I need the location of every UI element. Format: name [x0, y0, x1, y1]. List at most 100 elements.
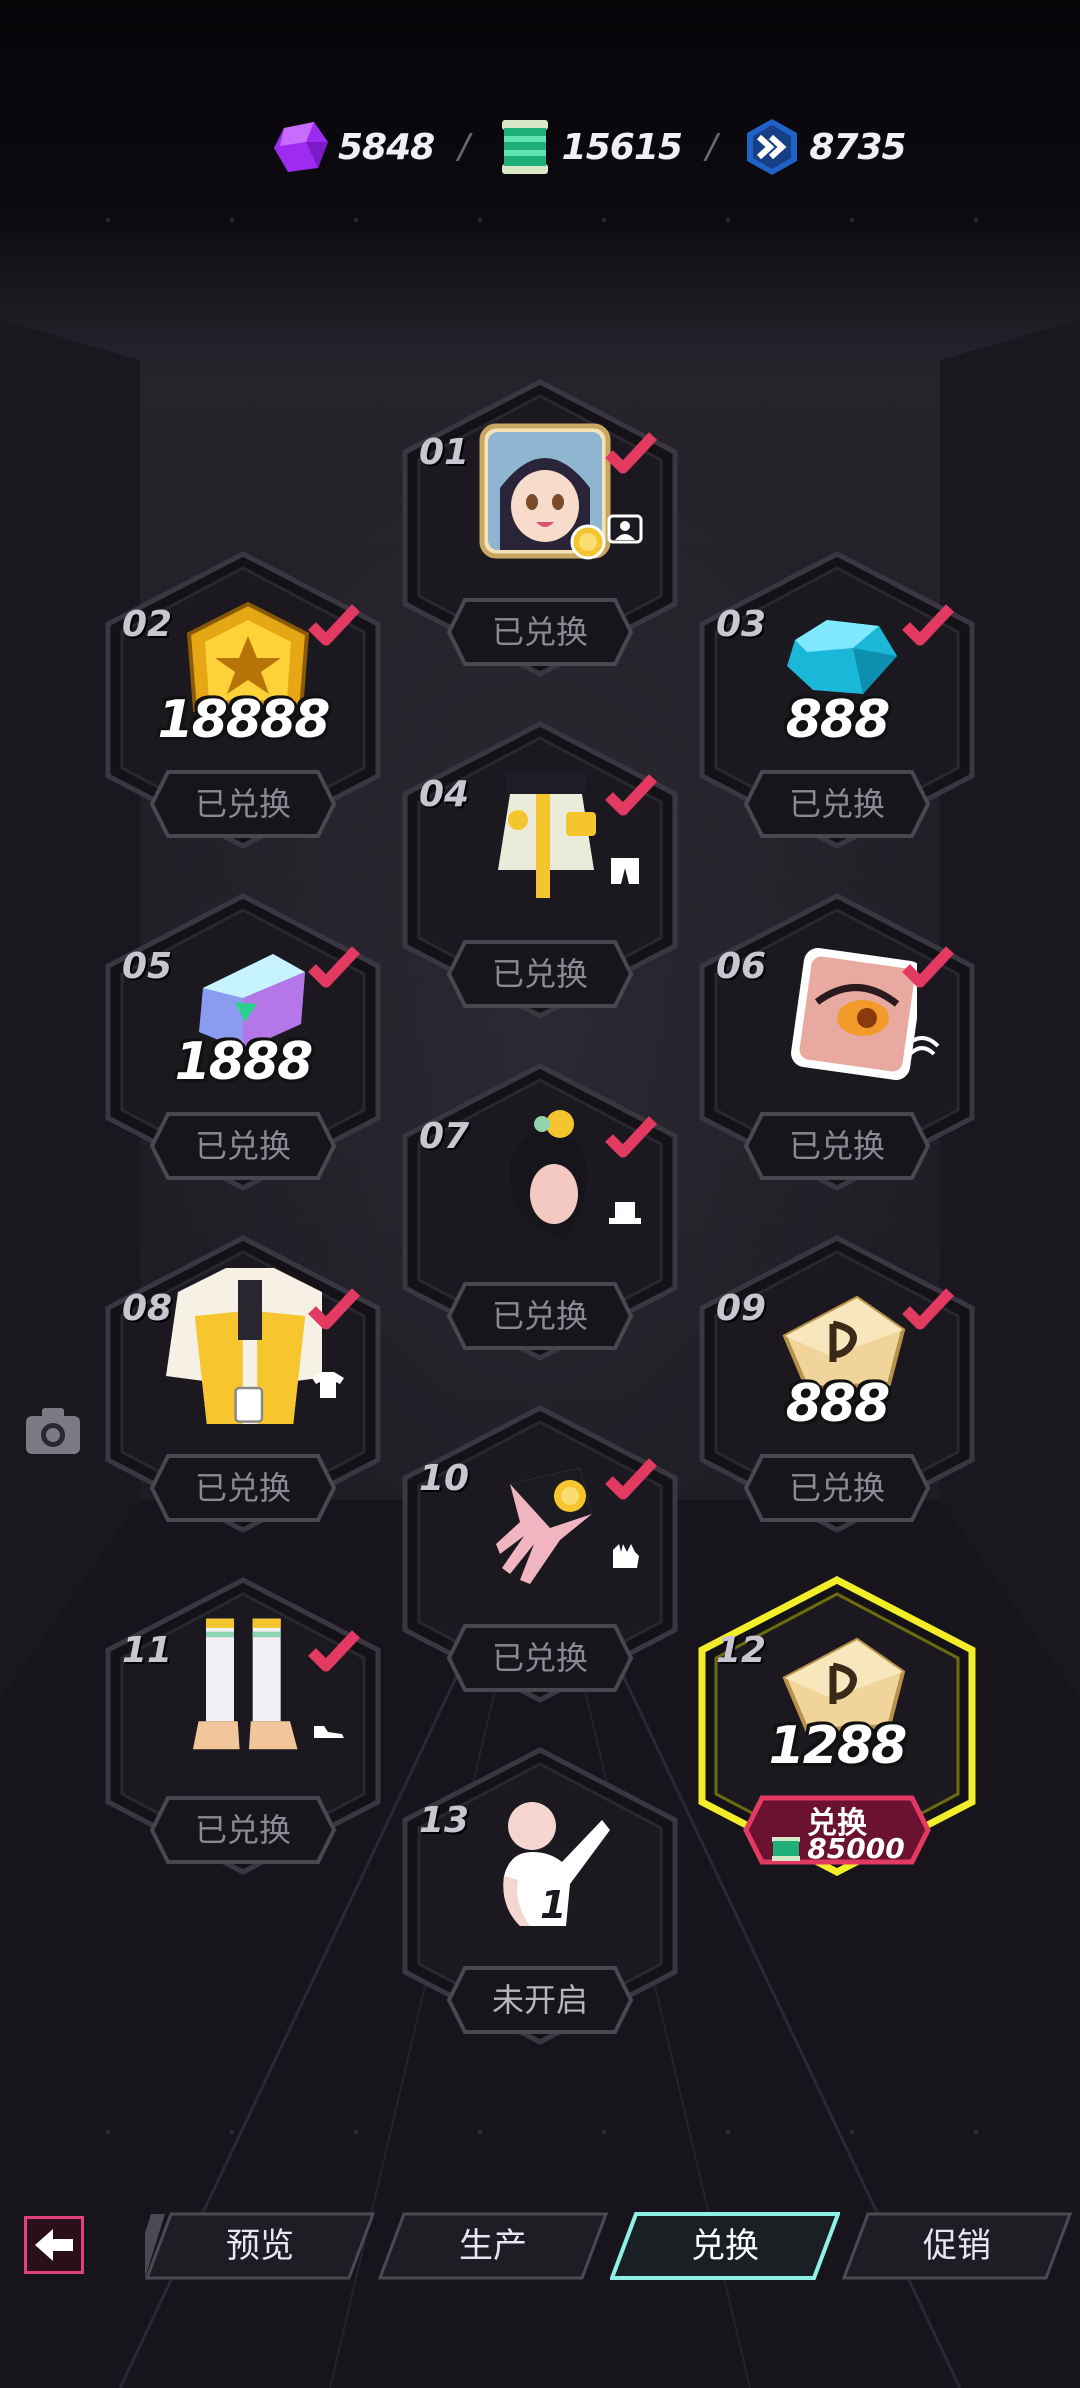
button-label: 已兑换 — [491, 955, 588, 993]
leg-warmers-icon — [192, 1618, 298, 1750]
tile-number: 05 — [122, 946, 173, 987]
emote-pose-icon: 1 — [503, 1802, 610, 1927]
top-type-icon — [312, 1372, 344, 1398]
shoe-type-icon — [314, 1726, 344, 1738]
reward-quantity: 888 — [785, 1374, 891, 1434]
button-label: 已兑换 — [788, 1469, 885, 1507]
tile-number: 06 — [716, 946, 767, 987]
exchange-button[interactable]: 兑换 85000 — [742, 1794, 932, 1866]
reward-tile-03[interactable]: 03 888 已兑换 — [692, 550, 982, 850]
tab-preview[interactable]: 预览 — [145, 2210, 375, 2282]
currency-bar: 5848 / 15615 / 8735 — [270, 112, 907, 182]
button-label: 已兑换 — [491, 1297, 588, 1335]
button-label: 未开启 — [491, 1981, 588, 2019]
currency-coins: 8735 — [741, 116, 907, 178]
claimed-check-icon — [605, 1116, 658, 1158]
claimed-check-icon — [308, 1630, 361, 1672]
claimed-check-icon — [308, 946, 361, 988]
button-label: 已兑换 — [788, 1127, 885, 1165]
reward-tile-10[interactable]: 10 已兑换 — [395, 1404, 685, 1704]
skirt-outfit-icon — [498, 772, 596, 898]
currency-gems: 5848 — [270, 116, 435, 178]
reward-tile-07[interactable]: 07 已兑换 — [395, 1062, 685, 1362]
claimed-button[interactable]: 已兑换 — [445, 1622, 635, 1694]
jacket-outfit-icon — [166, 1268, 322, 1424]
claimed-button[interactable]: 已兑换 — [148, 1452, 338, 1524]
tab-label: 生产 — [459, 2226, 527, 2266]
reward-tile-09[interactable]: 09 888 已兑换 — [692, 1234, 982, 1534]
tile-number: 13 — [419, 1800, 470, 1841]
glove-type-icon — [613, 1544, 639, 1568]
currency-tickets: 15615 — [494, 116, 683, 178]
coin-count: 8735 — [809, 126, 906, 168]
tile-number: 02 — [122, 604, 173, 645]
claimed-check-icon — [605, 1458, 658, 1500]
reward-tile-08[interactable]: 08 已兑换 — [98, 1234, 388, 1534]
claimed-button[interactable]: 已兑换 — [445, 596, 635, 668]
back-button[interactable] — [24, 2216, 84, 2274]
reward-tile-01[interactable]: 01 已兑换 — [395, 378, 685, 678]
reward-quantity: 18888 — [157, 690, 331, 750]
locked-button[interactable]: 未开启 — [445, 1964, 635, 2036]
green-ticket-icon — [772, 1837, 801, 1861]
tile-number: 09 — [716, 1288, 767, 1329]
button-label: 已兑换 — [491, 1639, 588, 1677]
reward-tile-05[interactable]: 05 1888 已兑换 — [98, 892, 388, 1192]
reward-tile-13[interactable]: 13 1 未开启 — [395, 1746, 685, 2046]
claimed-button[interactable]: 已兑换 — [148, 768, 338, 840]
claimed-button[interactable]: 已兑换 — [445, 1280, 635, 1352]
button-label: 已兑换 — [194, 785, 291, 823]
hairstyle-icon — [509, 1110, 587, 1242]
tile-number: 04 — [419, 774, 470, 815]
claimed-check-icon — [902, 604, 955, 646]
reward-tile-02[interactable]: 02 18888 已兑换 — [98, 550, 388, 850]
reward-tile-12[interactable]: 12 1288 兑换 85000 — [692, 1576, 982, 1876]
reward-tile-04[interactable]: 04 已兑换 — [395, 720, 685, 1020]
button-label: 已兑换 — [194, 1811, 291, 1849]
tab-label: 兑换 — [691, 2226, 759, 2266]
tile-number: 10 — [419, 1458, 470, 1499]
button-label: 已兑换 — [194, 1469, 291, 1507]
claimed-check-icon — [308, 1288, 361, 1330]
tile-number: 01 — [419, 432, 470, 473]
bottoms-type-icon — [611, 858, 639, 884]
claimed-button[interactable]: 已兑换 — [445, 938, 635, 1010]
reward-tile-06[interactable]: 06 已兑换 — [692, 892, 982, 1192]
tile-number: 07 — [419, 1116, 470, 1157]
blue-chevron-coin-icon — [747, 119, 798, 175]
camera-icon[interactable] — [24, 1406, 82, 1456]
avatar-portrait-icon — [479, 423, 611, 560]
eye-makeup-icon — [791, 948, 917, 1080]
claimed-check-icon — [605, 774, 658, 816]
button-label: 已兑换 — [788, 785, 885, 823]
tab-promotion[interactable]: 促销 — [842, 2210, 1072, 2282]
button-label: 已兑换 — [194, 1127, 291, 1165]
cost-value: 85000 — [807, 1832, 905, 1865]
claimed-button[interactable]: 已兑换 — [742, 768, 932, 840]
reward-quantity: 1288 — [768, 1716, 908, 1776]
claimed-button[interactable]: 已兑换 — [742, 1452, 932, 1524]
tile-number: 11 — [122, 1630, 173, 1671]
claimed-button[interactable]: 已兑换 — [148, 1794, 338, 1866]
glove-icon — [496, 1468, 592, 1584]
tab-produce[interactable]: 生产 — [378, 2210, 608, 2282]
claimed-button[interactable]: 已兑换 — [148, 1110, 338, 1182]
exchange-cost: 85000 — [742, 1832, 932, 1865]
ticket-count: 15615 — [561, 126, 683, 168]
reward-tile-11[interactable]: 11 已兑换 — [98, 1576, 388, 1876]
reward-quantity: 1888 — [174, 1032, 314, 1092]
claimed-check-icon — [902, 1288, 955, 1330]
portrait-type-icon — [607, 514, 643, 544]
tab-label: 预览 — [226, 2226, 294, 2266]
purple-gem-icon — [274, 122, 328, 172]
reward-quantity: 888 — [785, 690, 891, 750]
green-ticket-icon — [501, 120, 548, 174]
claimed-check-icon — [308, 604, 361, 646]
currency-separator: / — [705, 127, 718, 167]
claimed-check-icon — [902, 946, 955, 988]
currency-separator: / — [458, 127, 470, 167]
claimed-button[interactable]: 已兑换 — [742, 1110, 932, 1182]
tab-exchange[interactable]: 兑换 — [610, 2210, 840, 2282]
back-arrow-icon — [35, 2229, 73, 2261]
tab-label: 促销 — [923, 2226, 991, 2266]
